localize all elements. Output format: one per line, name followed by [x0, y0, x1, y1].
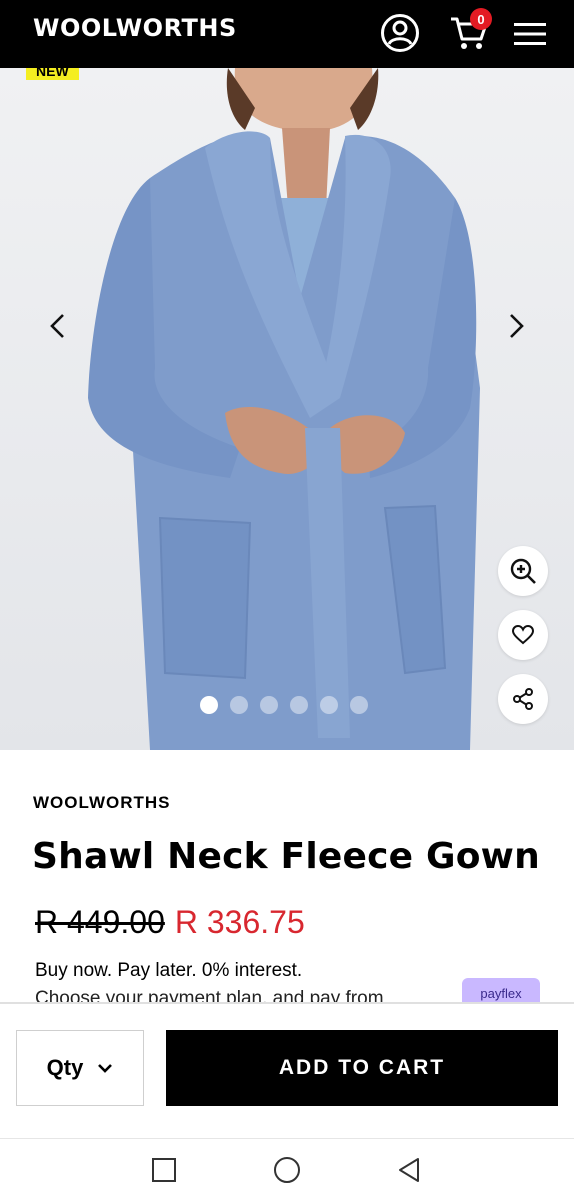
recent-apps-icon[interactable]: [149, 1155, 179, 1185]
top-header: WOOLWORTHS 0: [0, 0, 574, 68]
account-icon[interactable]: [378, 11, 422, 55]
product-photo: [88, 68, 480, 750]
hamburger-menu-icon[interactable]: [510, 14, 550, 54]
zoom-in-button[interactable]: [498, 546, 548, 596]
add-to-cart-button[interactable]: ADD TO CART: [166, 1030, 558, 1106]
carousel-dot[interactable]: [230, 696, 248, 714]
carousel-dot[interactable]: [350, 696, 368, 714]
wishlist-button[interactable]: [498, 610, 548, 660]
new-badge: NEW: [26, 68, 79, 80]
chevron-down-icon: [98, 1064, 113, 1073]
carousel-dots: [200, 696, 368, 714]
quantity-label: Qty: [46, 1055, 84, 1080]
bnpl-headline: Buy now. Pay later. 0% interest.: [35, 960, 303, 981]
share-button[interactable]: [498, 674, 548, 724]
price-row: R 449.00 R 336.75: [35, 904, 305, 941]
payflex-label: payflex: [480, 986, 522, 1001]
zoom-in-icon: [510, 558, 536, 584]
bnpl-subtext: Choose your payment plan, and pay from: [35, 988, 384, 1002]
payflex-logo[interactable]: payflex: [462, 978, 540, 1002]
woolworths-logo[interactable]: WOOLWORTHS: [33, 14, 237, 42]
carousel-dot[interactable]: [320, 696, 338, 714]
sale-price: R 336.75: [174, 904, 305, 940]
share-icon: [513, 688, 533, 710]
carousel-dot[interactable]: [200, 696, 218, 714]
next-image-arrow-icon[interactable]: [498, 308, 534, 344]
carousel-dot[interactable]: [290, 696, 308, 714]
heart-icon: [512, 625, 534, 645]
product-brand[interactable]: WOOLWORTHS: [33, 793, 170, 813]
cart-count-badge: 0: [470, 8, 492, 30]
previous-image-arrow-icon[interactable]: [40, 308, 76, 344]
quantity-select[interactable]: Qty: [16, 1030, 144, 1106]
original-price: R 449.00: [35, 904, 165, 940]
back-icon[interactable]: [394, 1155, 424, 1185]
product-image-carousel[interactable]: NEW: [0, 68, 574, 750]
carousel-dot[interactable]: [260, 696, 278, 714]
product-title: Shawl Neck Fleece Gown: [32, 836, 540, 877]
purchase-bar: Qty ADD TO CART: [0, 1002, 574, 1138]
system-navigation-bar: [0, 1138, 574, 1200]
cart-icon[interactable]: 0: [444, 8, 494, 54]
home-icon[interactable]: [272, 1155, 302, 1185]
